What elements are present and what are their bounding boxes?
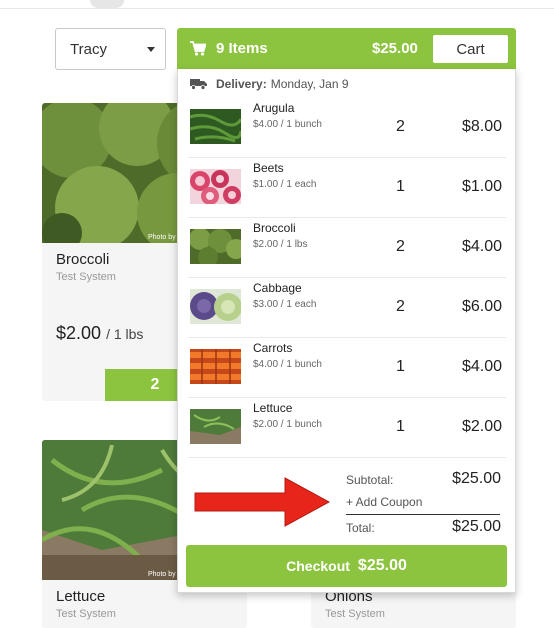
cabbage-thumbnail [190, 289, 241, 324]
arugula-thumbnail [190, 109, 241, 144]
item-total: $2.00 [461, 418, 502, 435]
item-price: $1.00 / 1 each [253, 179, 317, 190]
product-price-unit: / 1 lbs [106, 326, 144, 342]
truck-icon [190, 79, 207, 90]
item-price: $2.00 / 1 bunch [253, 419, 322, 430]
product-price-value: $2.00 [56, 323, 102, 343]
add-coupon-link[interactable]: + Add Coupon [346, 495, 422, 509]
item-name: Carrots [253, 341, 293, 355]
item-quantity: 2 [396, 298, 405, 315]
total-value: $25.00 [452, 518, 501, 535]
item-total: $1.00 [461, 178, 502, 195]
red-arrow-annotation [194, 477, 331, 527]
item-name: Arugula [253, 101, 295, 115]
item-total: $4.00 [461, 358, 502, 375]
delivery-date: Monday, Jan 9 [270, 77, 349, 91]
item-quantity: 1 [396, 178, 405, 195]
photo-credit: Photo by [148, 571, 176, 578]
cart-line-item[interactable]: Beets $1.00 / 1 each 1 $1.00 [188, 158, 506, 218]
user-select-value: Tracy [70, 40, 107, 58]
product-price: $2.00 / 1 lbs [56, 323, 143, 344]
chevron-down-icon [147, 47, 155, 52]
storefront-page: Tracy Photo by Broccoli Test System $2.0… [0, 0, 554, 628]
user-select[interactable]: Tracy [55, 28, 166, 70]
summary-divider [346, 514, 500, 515]
item-quantity: 2 [396, 118, 405, 135]
item-total: $8.00 [461, 118, 502, 135]
cart-item-count: 9 Items [216, 40, 268, 57]
lettuce-thumbnail [190, 409, 241, 444]
cart-line-item[interactable]: Broccoli $2.00 / 1 lbs 2 $4.00 [188, 218, 506, 278]
cart-line-item[interactable]: Carrots $4.00 / 1 bunch 1 $4.00 [188, 338, 506, 398]
item-name: Beets [253, 161, 284, 175]
item-price: $2.00 / 1 lbs [253, 239, 308, 250]
item-price: $3.00 / 1 each [253, 299, 317, 310]
top-shadow [90, 0, 124, 8]
cart-line-item[interactable]: Arugula $4.00 / 1 bunch 2 $8.00 [188, 98, 506, 158]
photo-credit: Photo by [148, 234, 176, 241]
item-price: $4.00 / 1 bunch [253, 119, 322, 130]
carrots-thumbnail [190, 349, 241, 384]
cart-button[interactable]: Cart [433, 35, 508, 63]
cart-header-total: $25.00 [372, 40, 418, 57]
cart-line-item[interactable]: Lettuce $2.00 / 1 bunch 1 $2.00 [188, 398, 506, 458]
item-total: $6.00 [461, 298, 502, 315]
cart-button-label: Cart [456, 40, 485, 58]
checkout-amount: $25.00 [357, 557, 407, 574]
product-system: Test System [56, 271, 116, 283]
product-system: Test System [325, 608, 385, 620]
cart-header[interactable]: 9 Items $25.00 Cart [177, 28, 516, 69]
checkout-label: Checkout [286, 558, 350, 574]
checkout-button[interactable]: Checkout $25.00 [186, 545, 507, 587]
total-label: Total: [346, 521, 375, 535]
product-name: Broccoli [56, 251, 110, 268]
item-quantity: 2 [396, 238, 405, 255]
item-quantity: 1 [396, 418, 405, 435]
delivery-label: Delivery: [216, 77, 267, 91]
item-quantity: 1 [396, 358, 405, 375]
product-system: Test System [56, 608, 116, 620]
delivery-info: Delivery: Monday, Jan 9 [190, 77, 349, 91]
subtotal-label: Subtotal: [346, 473, 394, 487]
product-quantity-value: 2 [150, 376, 160, 393]
item-name: Broccoli [253, 221, 296, 235]
cart-line-item[interactable]: Cabbage $3.00 / 1 each 2 $6.00 [188, 278, 506, 338]
subtotal-value: $25.00 [452, 470, 501, 487]
item-name: Cabbage [253, 281, 302, 295]
item-price: $4.00 / 1 bunch [253, 359, 322, 370]
top-divider [0, 8, 554, 9]
shopping-cart-icon [190, 41, 206, 56]
broccoli-thumbnail [190, 229, 241, 264]
beets-thumbnail [190, 169, 241, 204]
product-name: Lettuce [56, 588, 106, 605]
item-name: Lettuce [253, 401, 293, 415]
item-total: $4.00 [461, 238, 502, 255]
